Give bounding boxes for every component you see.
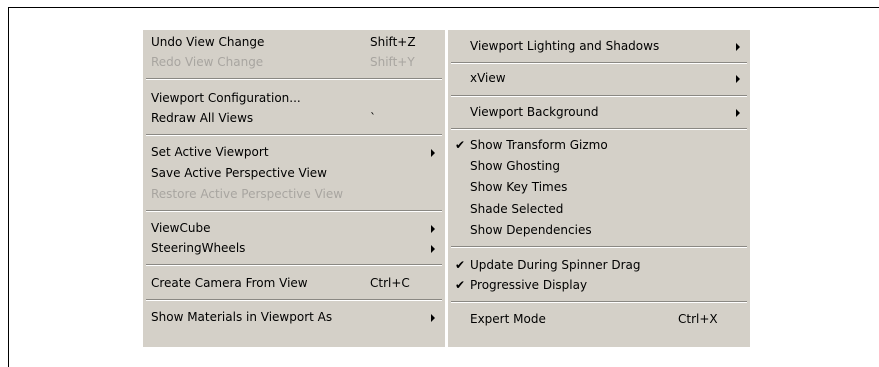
menu-separator <box>451 95 747 97</box>
menu-item-label: Show Key Times <box>470 180 568 194</box>
menu-item-label: Expert Mode <box>470 312 546 326</box>
menu-item-shade-selected[interactable]: Shade Selected <box>448 199 750 220</box>
menu-item-viewport-lighting-and-shadows[interactable]: Viewport Lighting and Shadows <box>448 36 750 57</box>
menu-item-shortcut: Ctrl+X <box>678 312 718 326</box>
menu-item-label: ViewCube <box>151 221 211 235</box>
menu-item-progressive-display[interactable]: ✔ Progressive Display <box>448 275 750 296</box>
submenu-arrow-icon <box>431 245 435 253</box>
menu-item-redraw-all-views[interactable]: Redraw All Views ` <box>143 108 445 129</box>
menu-item-label: xView <box>470 71 506 85</box>
menu-item-label: Progressive Display <box>470 278 588 292</box>
menu-item-label: Undo View Change <box>151 35 265 49</box>
menu-separator <box>451 128 747 130</box>
menu-item-viewcube[interactable]: ViewCube <box>143 218 445 239</box>
menu-item-label: Redraw All Views <box>151 111 254 125</box>
menu-item-viewport-background[interactable]: Viewport Background <box>448 102 750 123</box>
menu-item-redo-view-change[interactable]: Redo View Change Shift+Y <box>143 52 445 73</box>
check-icon: ✔ <box>455 138 466 152</box>
menu-item-label: SteeringWheels <box>151 241 246 255</box>
menu-item-show-transform-gizmo[interactable]: ✔ Show Transform Gizmo <box>448 135 750 156</box>
menu-item-label: Save Active Perspective View <box>151 166 327 180</box>
menu-separator <box>146 299 442 301</box>
menu-separator <box>451 62 747 64</box>
menu-item-label: Create Camera From View <box>151 276 308 290</box>
menu-item-label: Viewport Configuration... <box>151 91 301 105</box>
menu-item-restore-active-perspective-view[interactable]: Restore Active Perspective View <box>143 184 445 205</box>
check-icon: ✔ <box>455 258 466 272</box>
menu-item-save-active-perspective-view[interactable]: Save Active Perspective View <box>143 163 445 184</box>
menu-item-create-camera-from-view[interactable]: Create Camera From View Ctrl+C <box>143 273 445 294</box>
menu-item-viewport-configuration[interactable]: Viewport Configuration... <box>143 88 445 109</box>
menu-item-set-active-viewport[interactable]: Set Active Viewport <box>143 142 445 163</box>
menu-item-shortcut: ` <box>370 111 376 125</box>
submenu-arrow-icon <box>431 149 435 157</box>
views-menu: Undo View Change Shift+Z Redo View Chang… <box>143 30 445 347</box>
check-icon: ✔ <box>455 278 466 292</box>
menu-item-label: Show Ghosting <box>470 159 560 173</box>
menu-item-label: Show Transform Gizmo <box>470 138 608 152</box>
menu-separator <box>146 134 442 136</box>
menu-item-label: Update During Spinner Drag <box>470 258 641 272</box>
menu-item-label: Show Materials in Viewport As <box>151 310 333 324</box>
menu-item-show-materials-in-viewport-as[interactable]: Show Materials in Viewport As <box>143 307 445 328</box>
menu-item-update-during-spinner-drag[interactable]: ✔ Update During Spinner Drag <box>448 255 750 276</box>
menu-item-show-ghosting[interactable]: Show Ghosting <box>448 156 750 177</box>
menu-item-xview[interactable]: xView <box>448 68 750 89</box>
menu-item-show-key-times[interactable]: Show Key Times <box>448 177 750 198</box>
submenu-arrow-icon <box>431 225 435 233</box>
menu-item-shortcut: Ctrl+C <box>370 276 410 290</box>
menu-item-label: Show Dependencies <box>470 223 592 237</box>
submenu-arrow-icon <box>736 43 740 51</box>
submenu-arrow-icon <box>736 109 740 117</box>
menu-item-label: Viewport Lighting and Shadows <box>470 39 660 53</box>
menu-item-label: Viewport Background <box>470 105 599 119</box>
menu-item-label: Restore Active Perspective View <box>151 187 344 201</box>
menu-separator <box>451 301 747 303</box>
menu-item-expert-mode[interactable]: Expert Mode Ctrl+X <box>448 309 750 330</box>
menu-separator <box>146 210 442 212</box>
menu-item-steeringwheels[interactable]: SteeringWheels <box>143 238 445 259</box>
menu-item-label: Set Active Viewport <box>151 145 269 159</box>
menu-item-label: Shade Selected <box>470 202 564 216</box>
submenu-arrow-icon <box>736 75 740 83</box>
menu-item-undo-view-change[interactable]: Undo View Change Shift+Z <box>143 32 445 53</box>
menu-item-shortcut: Shift+Y <box>370 55 415 69</box>
submenu-arrow-icon <box>431 314 435 322</box>
menu-separator <box>146 78 442 80</box>
menu-item-shortcut: Shift+Z <box>370 35 416 49</box>
menu-item-show-dependencies[interactable]: Show Dependencies <box>448 220 750 241</box>
menu-separator <box>451 246 747 248</box>
menu-item-label: Redo View Change <box>151 55 264 69</box>
views-menu-continued: Viewport Lighting and Shadows xView View… <box>448 30 750 347</box>
menu-separator <box>146 264 442 266</box>
